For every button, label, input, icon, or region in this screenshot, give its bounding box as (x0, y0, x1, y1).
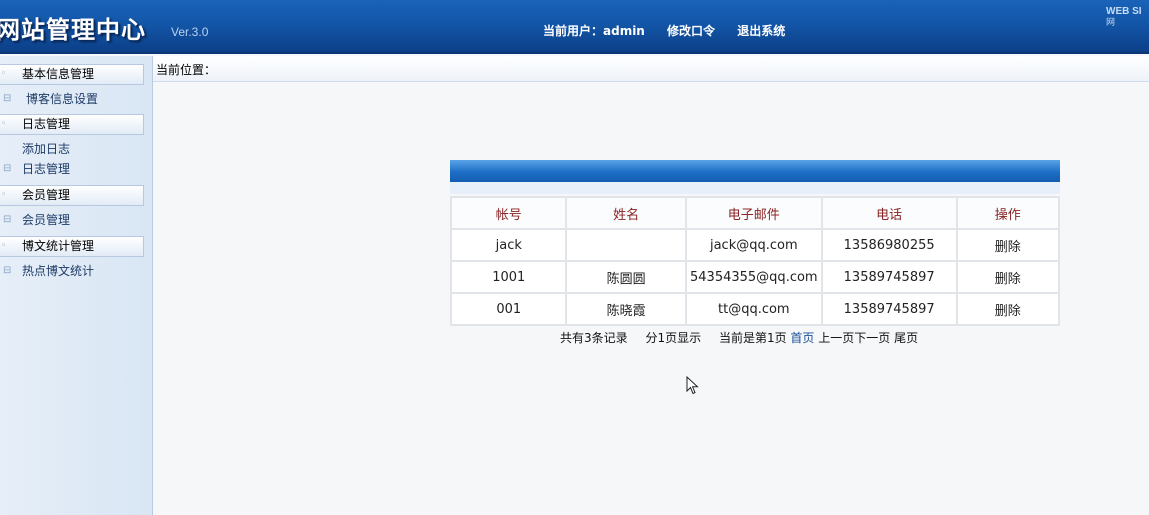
item-bullet-icon: ⊟ (3, 93, 12, 104)
cell-email: tt@qq.com (684, 292, 823, 326)
expand-icon: ◦ (1, 241, 7, 251)
panel-subbar (450, 182, 1060, 194)
site-logo: 网站管理中心 (0, 16, 146, 44)
cell-account: 1001 (449, 260, 568, 294)
last-page-link[interactable]: 尾页 (894, 331, 918, 345)
table-header-row: 帐号 姓名 电子邮件 电话 操作 (449, 196, 1061, 230)
cell-name (565, 228, 687, 262)
pagination: 共有3条记录 分1页显示 当前是第1页 首页 上一页下一页 尾页 (560, 329, 918, 346)
sidebar-section-label: 博文统计管理 (22, 239, 95, 253)
panel-title-bar (450, 160, 1060, 182)
expand-icon: ◦ (1, 119, 7, 129)
sidebar-section-label: 会员管理 (22, 188, 71, 202)
pager-current: 当前是第1页 (718, 331, 787, 345)
sidebar-item-log-manage[interactable]: ⊟ 日志管理 (0, 160, 150, 178)
delete-link[interactable]: 删除 (955, 228, 1061, 262)
version-label: Ver.3.0 (171, 25, 209, 39)
table-row: jack jack@qq.com 13586980255 删除 (449, 228, 1061, 262)
sidebar-section-member[interactable]: ◦ 会员管理 (0, 185, 144, 206)
pager-pages: 分1页显示 (645, 331, 702, 345)
col-header-phone: 电话 (820, 196, 958, 230)
cell-name: 陈晓霞 (565, 292, 687, 326)
location-bar: 当前位置： (153, 56, 1149, 82)
sidebar-item-hot-posts[interactable]: ⊟ 热点博文统计 (0, 262, 150, 280)
item-bullet-icon: ⊟ (3, 214, 12, 225)
cell-email: 54354355@qq.com (684, 260, 823, 294)
item-bullet-icon: ⊟ (3, 265, 12, 276)
sidebar-item-label: 日志管理 (22, 162, 71, 176)
cell-email: jack@qq.com (684, 228, 823, 262)
cell-phone: 13586980255 (820, 228, 958, 262)
change-password-link[interactable]: 修改口令 (667, 24, 715, 38)
cell-account: jack (449, 228, 568, 262)
next-page-link[interactable]: 下一页 (854, 331, 890, 345)
top-nav: 当前用户：admin 修改口令 退出系统 (543, 22, 803, 39)
sidebar-section-log[interactable]: ◦ 日志管理 (0, 114, 144, 135)
sidebar-item-add-log[interactable]: 添加日志 (0, 140, 150, 158)
col-header-email: 电子邮件 (684, 196, 823, 230)
sidebar-section-label: 基本信息管理 (22, 67, 95, 81)
cell-phone: 13589745897 (820, 292, 958, 326)
sidebar-item-label: 添加日志 (22, 142, 71, 156)
sidebar-item-label: 博客信息设置 (26, 92, 99, 106)
item-bullet-icon: ⊟ (3, 163, 12, 174)
mouse-pointer-icon (686, 376, 699, 395)
brand-mark: WEB SI 网 (1106, 6, 1142, 28)
col-header-account: 帐号 (449, 196, 568, 230)
col-header-action: 操作 (955, 196, 1061, 230)
table-row: 001 陈晓霞 tt@qq.com 13589745897 删除 (449, 292, 1061, 326)
sidebar-item-label: 热点博文统计 (22, 264, 95, 278)
brand-line1: WEB SI (1106, 6, 1142, 17)
cell-phone: 13589745897 (820, 260, 958, 294)
sidebar: ◦ 基本信息管理 ⊟ 博客信息设置 ◦ 日志管理 添加日志 ⊟ 日志管理 ◦ 会… (0, 56, 153, 515)
cell-name: 陈圆圆 (565, 260, 687, 294)
sidebar-item-blog-settings[interactable]: ⊟ 博客信息设置 (0, 90, 150, 108)
col-header-name: 姓名 (565, 196, 687, 230)
first-page-link[interactable]: 首页 (790, 331, 814, 345)
member-table: 帐号 姓名 电子邮件 电话 操作 jack jack@qq.com 135869… (449, 196, 1061, 326)
sidebar-section-blog-stats[interactable]: ◦ 博文统计管理 (0, 236, 144, 257)
location-label: 当前位置： (156, 63, 217, 77)
delete-link[interactable]: 删除 (955, 292, 1061, 326)
sidebar-item-label: 会员管理 (22, 213, 71, 227)
current-user-label: 当前用户：admin (543, 24, 645, 38)
brand-line2: 网 (1106, 17, 1116, 27)
expand-icon: ◦ (1, 69, 7, 79)
top-header: 网站管理中心 Ver.3.0 当前用户：admin 修改口令 退出系统 WEB … (0, 0, 1149, 54)
table-row: 1001 陈圆圆 54354355@qq.com 13589745897 删除 (449, 260, 1061, 294)
logout-link[interactable]: 退出系统 (737, 24, 785, 38)
sidebar-item-member-manage[interactable]: ⊟ 会员管理 (0, 211, 150, 229)
cell-account: 001 (449, 292, 568, 326)
sidebar-section-basic-info[interactable]: ◦ 基本信息管理 (0, 64, 144, 85)
sidebar-section-label: 日志管理 (22, 117, 71, 131)
prev-page-link[interactable]: 上一页 (818, 331, 854, 345)
expand-icon: ◦ (1, 190, 7, 200)
pager-total: 共有3条记录 (560, 331, 628, 345)
delete-link[interactable]: 删除 (955, 260, 1061, 294)
